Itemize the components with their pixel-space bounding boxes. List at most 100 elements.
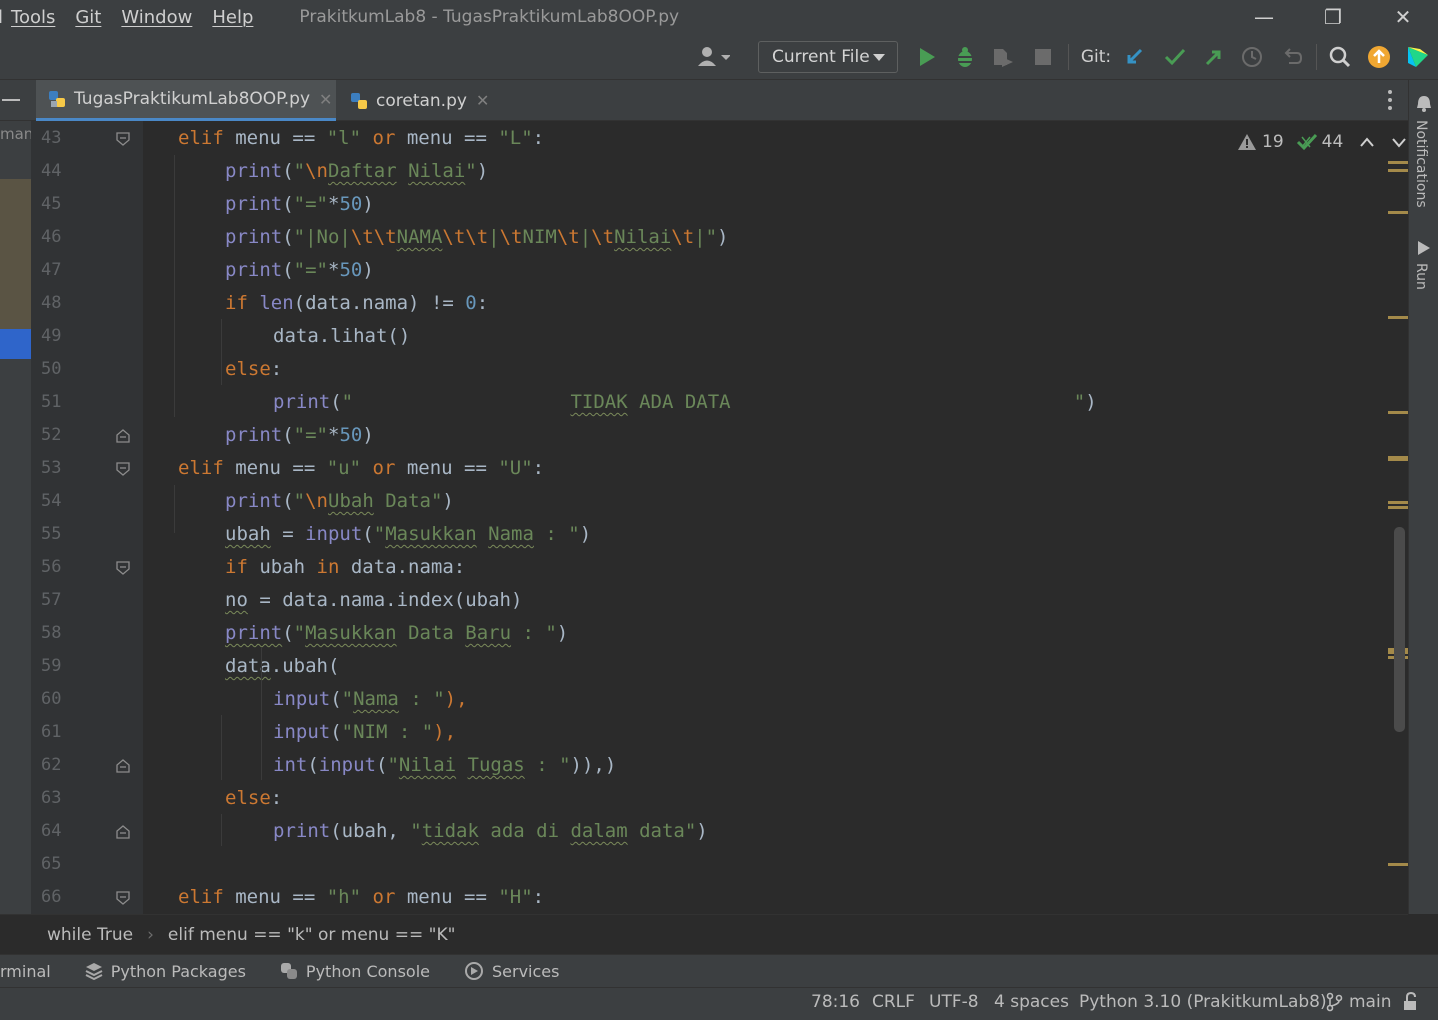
code-line[interactable]: ubah = input("Masukkan Nama : ") (225, 518, 591, 551)
code-line[interactable]: elif menu == "h" or menu == "H": (178, 881, 544, 914)
tab-tugaspraktikumlab8oop[interactable]: TugasPraktikumLab8OOP.py ✕ (36, 80, 336, 121)
tool-window-label: Python Console (305, 961, 430, 981)
code-line[interactable]: print(ubah, "tidak ada di dalam data") (273, 815, 708, 848)
code-line[interactable]: data.ubah( (225, 650, 339, 683)
main-toolbar: Current File Git: (0, 34, 1438, 80)
menu-git[interactable]: Git (75, 7, 101, 28)
services-tab[interactable]: Services (464, 961, 559, 981)
code-line[interactable]: print(" TIDAK ADA DATA ") (273, 386, 1097, 419)
ide-update-button[interactable] (1364, 34, 1394, 80)
file-encoding[interactable]: UTF-8 (929, 988, 979, 1016)
code-token: ( (282, 160, 294, 182)
chevron-up-icon[interactable] (1359, 136, 1375, 148)
git-branch[interactable]: main (1325, 988, 1391, 1016)
code-line[interactable]: elif menu == "u" or menu == "U": (178, 452, 544, 485)
warning-stripe-mark[interactable] (1388, 211, 1408, 214)
warning-stripe-mark[interactable] (1388, 161, 1408, 164)
minimize-panel-icon[interactable] (2, 99, 20, 101)
code-token: ( (362, 523, 374, 545)
code-line[interactable]: print("|No|\t\tNAMA\t\t|\tNIM\t|\tNilai\… (225, 221, 729, 254)
code-line[interactable]: data.lihat() (273, 320, 410, 353)
close-window-button[interactable]: ✕ (1368, 0, 1438, 34)
code-token: : " (533, 523, 580, 545)
warning-stripe-mark[interactable] (1388, 316, 1408, 319)
menu-edge-fragment: l (0, 6, 4, 28)
close-tab-icon[interactable]: ✕ (476, 91, 489, 110)
inspection-widget[interactable]: 19 44 (1238, 128, 1407, 156)
fold-marker-icon[interactable] (116, 561, 130, 575)
bell-icon[interactable] (1416, 95, 1432, 113)
unfold-marker-icon[interactable] (116, 759, 130, 773)
error-stripe[interactable] (1386, 121, 1408, 914)
menu-tools[interactable]: Tools (11, 7, 55, 28)
indent-setting[interactable]: 4 spaces (994, 988, 1069, 1016)
code-line[interactable]: no = data.nama.index(ubah) (225, 584, 522, 617)
code-line[interactable]: if ubah in data.nama: (225, 551, 465, 584)
code-line[interactable]: else: (225, 782, 282, 815)
run-tab[interactable]: Run (1413, 263, 1429, 290)
search-button[interactable] (1325, 34, 1355, 80)
menu-window[interactable]: Window (121, 7, 192, 28)
caret-position[interactable]: 78:16 (811, 988, 860, 1016)
warning-stripe-mark[interactable] (1388, 169, 1408, 172)
git-update-button[interactable] (1120, 34, 1150, 80)
close-tab-icon[interactable]: ✕ (319, 90, 332, 109)
warning-stripe-mark[interactable] (1388, 501, 1408, 504)
unfold-marker-icon[interactable] (116, 429, 130, 443)
line-separator[interactable]: CRLF (872, 988, 915, 1016)
tab-coretan[interactable]: coretan.py ✕ (338, 80, 498, 121)
code-line[interactable]: input("Nama : "), (273, 683, 468, 716)
code-token: " (410, 820, 422, 842)
debug-button[interactable] (948, 34, 982, 80)
git-history-button[interactable] (1237, 34, 1267, 80)
warning-stripe-mark[interactable] (1388, 458, 1408, 461)
notifications-tab[interactable]: Notifications (1413, 120, 1429, 208)
run-icon[interactable] (1417, 240, 1431, 256)
git-rollback-button[interactable] (1277, 34, 1307, 80)
code-line[interactable]: int(input("Nilai Tugas : ")),) (273, 749, 616, 782)
unfold-marker-icon[interactable] (116, 825, 130, 839)
fold-marker-icon[interactable] (116, 891, 130, 905)
code-token: dalam (570, 820, 628, 842)
vertical-scrollbar-thumb[interactable] (1394, 527, 1405, 732)
fold-marker-icon[interactable] (116, 132, 130, 146)
git-commit-button[interactable] (1160, 34, 1190, 80)
tabs-more-menu[interactable] (1381, 88, 1399, 112)
code-line[interactable]: print("\nDaftar Nilai") (225, 155, 488, 188)
branch-icon (1326, 992, 1343, 1012)
lock-icon[interactable] (1402, 992, 1422, 1012)
python-packages-tab[interactable]: Python Packages (85, 962, 246, 981)
code-line[interactable]: else: (225, 353, 282, 386)
stop-button[interactable] (1026, 34, 1060, 80)
menu-help[interactable]: Help (212, 7, 253, 28)
code-line[interactable]: print("="*50) (225, 419, 374, 452)
code-token: input (318, 754, 376, 776)
code-editor[interactable]: elif menu == "l" or menu == "L": print("\… (143, 121, 1408, 914)
code-line[interactable]: if len(data.nama) != 0: (225, 287, 488, 320)
python-interpreter[interactable]: Python 3.10 (PrakitkumLab8) (1079, 988, 1327, 1016)
account-button[interactable] (690, 34, 736, 80)
line-number: 49 (41, 326, 62, 346)
fold-marker-icon[interactable] (116, 462, 130, 476)
breadcrumb-item[interactable]: elif menu == "k" or menu == "K" (168, 925, 456, 945)
code-line[interactable]: print("\nUbah Data") (225, 485, 454, 518)
run-button[interactable] (910, 34, 944, 80)
line-number: 56 (41, 557, 62, 577)
coverage-button[interactable] (986, 34, 1020, 80)
code-line[interactable]: print("Masukkan Data Baru : ") (225, 617, 568, 650)
code-line[interactable]: print("="*50) (225, 188, 374, 221)
terminal-tab[interactable]: rminal (0, 962, 51, 981)
git-push-button[interactable] (1198, 34, 1228, 80)
minimize-button[interactable]: — (1229, 0, 1299, 34)
python-console-tab[interactable]: Python Console (280, 962, 430, 981)
code-line[interactable]: print("="*50) (225, 254, 374, 287)
code-line[interactable]: input("NIM : "), (273, 716, 456, 749)
run-configuration-select[interactable]: Current File (758, 41, 898, 73)
breadcrumb-item[interactable]: while True (47, 925, 133, 945)
code-line[interactable]: elif menu == "l" or menu == "L": (178, 122, 544, 155)
warning-stripe-mark[interactable] (1388, 863, 1408, 866)
code-token: print (225, 226, 283, 248)
restore-button[interactable]: ❐ (1298, 0, 1368, 34)
warning-stripe-mark[interactable] (1388, 411, 1408, 414)
warning-stripe-mark[interactable] (1388, 506, 1408, 509)
